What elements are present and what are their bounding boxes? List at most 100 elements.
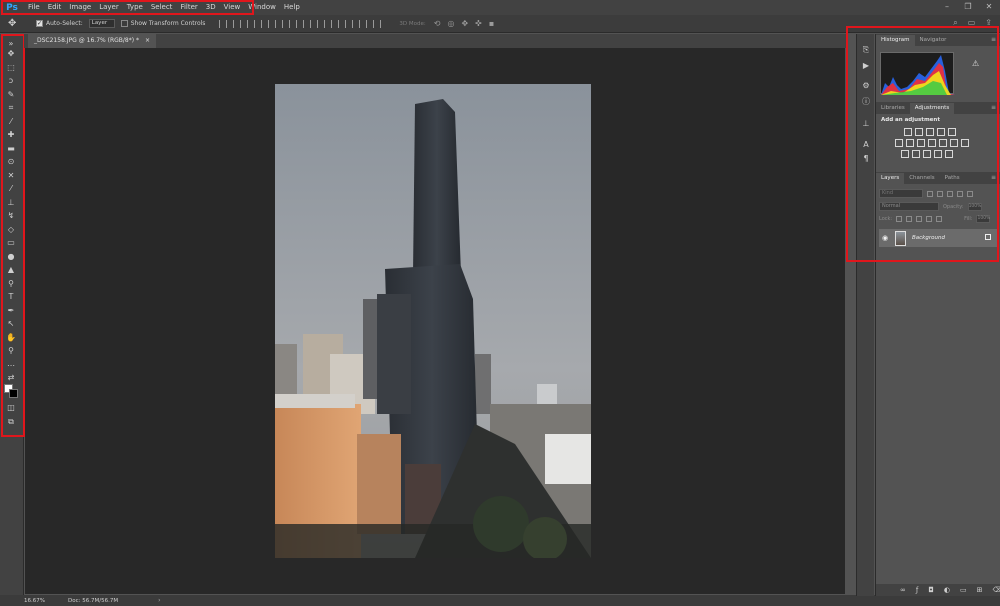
histogram-warning-icon[interactable]: ⚠: [972, 59, 979, 68]
history-brush-tool-icon[interactable]: ↯: [4, 210, 18, 222]
align-right-icon[interactable]: [289, 19, 298, 28]
status-menu-arrow-icon[interactable]: ›: [158, 597, 160, 604]
lock-transparent-icon[interactable]: [896, 216, 903, 222]
tab-layers[interactable]: Layers: [876, 173, 905, 184]
curves-icon[interactable]: [926, 128, 934, 136]
menu-image[interactable]: Image: [65, 0, 95, 15]
distribute-vcenter-icon[interactable]: [317, 19, 326, 28]
align-hcenter-icon[interactable]: [275, 19, 284, 28]
patch-tool-icon[interactable]: ▬: [4, 143, 18, 155]
layer-kind-filter[interactable]: Kind: [879, 189, 923, 198]
add-mask-icon[interactable]: ◘: [928, 586, 934, 594]
tab-adjustments[interactable]: Adjustments: [909, 103, 955, 114]
new-layer-icon[interactable]: ⊞: [977, 586, 983, 594]
menu-type[interactable]: Type: [123, 0, 147, 15]
document-image[interactable]: [275, 84, 591, 558]
blur-tool-icon[interactable]: ●: [4, 251, 18, 263]
type-tool-icon[interactable]: T: [4, 291, 18, 303]
color-lookup-icon[interactable]: [950, 139, 958, 147]
tab-libraries[interactable]: Libraries: [876, 103, 910, 114]
document-tab[interactable]: _DSC2158.JPG @ 16.7% (RGB/8*) * ×: [28, 34, 157, 48]
eraser-tool-icon[interactable]: ◇: [4, 224, 18, 236]
workspace-icon[interactable]: ▭: [968, 18, 976, 28]
lock-position-icon[interactable]: [916, 216, 923, 222]
healing-brush-tool-icon[interactable]: ✚: [4, 129, 18, 141]
filter-shape-icon[interactable]: [957, 190, 963, 197]
share-icon[interactable]: ⇪: [985, 18, 992, 28]
threshold-icon[interactable]: [923, 150, 931, 158]
menu-window[interactable]: Window: [244, 0, 280, 15]
menu-select[interactable]: Select: [147, 0, 177, 15]
brush-tool-icon[interactable]: ⁄: [4, 183, 18, 195]
quick-selection-tool-icon[interactable]: ✎: [4, 89, 18, 101]
paragraph-panel-icon[interactable]: ¶: [860, 153, 872, 165]
search-icon[interactable]: ⌕: [953, 18, 957, 28]
grid-adjust-icon[interactable]: [961, 139, 969, 147]
close-button[interactable]: ✕: [984, 1, 994, 13]
character-panel-icon[interactable]: A: [860, 139, 872, 151]
zoom-level[interactable]: 16.67%: [24, 598, 50, 604]
selective-color-icon[interactable]: [945, 150, 953, 158]
filter-type-icon[interactable]: [947, 190, 953, 197]
blend-mode-select[interactable]: Normal: [879, 202, 939, 211]
vibrance-icon[interactable]: [948, 128, 956, 136]
exposure-icon[interactable]: [937, 128, 945, 136]
opacity-field[interactable]: 100%: [967, 202, 982, 211]
tab-navigator[interactable]: Navigator: [915, 35, 952, 46]
show-transform-checkbox[interactable]: [120, 20, 128, 27]
content-aware-move-tool-icon[interactable]: ✕: [4, 170, 18, 182]
levels-icon[interactable]: [915, 128, 923, 136]
actions-panel-icon[interactable]: ▶: [860, 60, 872, 72]
move-tool-preset-icon[interactable]: ✥: [8, 17, 30, 31]
hue-saturation-icon[interactable]: [895, 139, 903, 147]
menu-view[interactable]: View: [220, 0, 245, 15]
menu-3d[interactable]: 3D: [202, 0, 220, 15]
quick-mask-icon[interactable]: ◫: [4, 402, 18, 414]
history-panel-icon[interactable]: ⎘: [860, 44, 872, 56]
zoom-tool-icon[interactable]: ⚲: [4, 345, 18, 357]
align-bottom-icon[interactable]: [247, 19, 256, 28]
layer-row-background[interactable]: ◉ Background: [879, 229, 997, 247]
invert-icon[interactable]: [901, 150, 909, 158]
hand-tool-icon[interactable]: ✋: [4, 332, 18, 344]
menu-layer[interactable]: Layer: [95, 0, 123, 15]
distribute-right-icon[interactable]: [373, 19, 382, 28]
marquee-tool-icon[interactable]: ⬚: [4, 62, 18, 74]
info-panel-icon[interactable]: ⓘ: [860, 96, 872, 108]
clone-stamp-tool-icon[interactable]: ⊥: [4, 197, 18, 209]
sharpen-tool-icon[interactable]: ▲: [4, 264, 18, 276]
distribute-top-icon[interactable]: [303, 19, 312, 28]
minimize-button[interactable]: –: [942, 1, 952, 13]
eyedropper-tool-icon[interactable]: ⁄: [4, 116, 18, 128]
distribute-hcenter-icon[interactable]: [359, 19, 368, 28]
histogram-panel-menu-icon[interactable]: ≡: [991, 36, 996, 43]
canvas-area[interactable]: [25, 48, 845, 594]
layer-name[interactable]: Background: [912, 235, 945, 241]
gradient-map-icon[interactable]: [934, 150, 942, 158]
filter-smart-icon[interactable]: [967, 190, 973, 197]
align-top-icon[interactable]: [219, 19, 228, 28]
screen-mode-icon[interactable]: ⧉: [4, 416, 18, 428]
fill-field[interactable]: 100%: [976, 215, 991, 223]
background-color-swatch[interactable]: [9, 389, 18, 398]
clone-source-panel-icon[interactable]: ⊥: [860, 118, 872, 130]
3d-drag-icon[interactable]: ✥: [461, 19, 468, 28]
tab-paths[interactable]: Paths: [940, 173, 965, 184]
distribute-bottom-icon[interactable]: [331, 19, 340, 28]
path-selection-tool-icon[interactable]: ↖: [4, 318, 18, 330]
3d-roll-icon[interactable]: ◎: [447, 19, 454, 28]
crop-tool-icon[interactable]: ⌗: [4, 102, 18, 114]
3d-scale-icon[interactable]: ▪: [489, 19, 494, 28]
more-tools-icon[interactable]: ⋯: [4, 360, 18, 372]
properties-panel-icon[interactable]: ⚙: [860, 80, 872, 92]
menu-help[interactable]: Help: [280, 0, 304, 15]
menu-filter[interactable]: Filter: [176, 0, 201, 15]
black-white-icon[interactable]: [917, 139, 925, 147]
auto-select-target-select[interactable]: Layer: [88, 19, 115, 28]
menu-file[interactable]: File: [24, 0, 44, 15]
swap-colors-icon[interactable]: ⇄: [4, 372, 18, 384]
pen-tool-icon[interactable]: ✒: [4, 305, 18, 317]
dodge-tool-icon[interactable]: ⚲: [4, 278, 18, 290]
3d-orbit-icon[interactable]: ⟲: [434, 19, 441, 28]
new-group-icon[interactable]: ▭: [960, 586, 967, 594]
